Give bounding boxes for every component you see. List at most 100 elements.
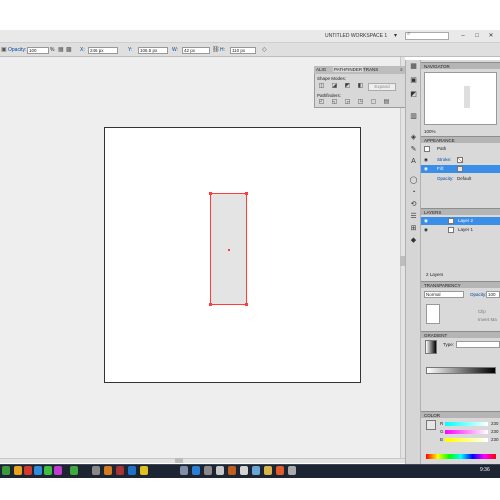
artboard-icon[interactable]: ⊞: [408, 224, 419, 234]
eye-icon[interactable]: ◉: [424, 165, 428, 173]
brushes-icon[interactable]: ◩: [408, 90, 419, 100]
transparency-header[interactable]: TRANSPARENCY: [421, 281, 500, 288]
crop-icon[interactable]: ◳: [357, 99, 364, 106]
g-slider[interactable]: [445, 430, 488, 434]
layer-row[interactable]: ◉ Layer 2: [421, 217, 500, 225]
panel-menu-icon[interactable]: ≡: [400, 67, 403, 72]
eye-icon[interactable]: ◉: [424, 226, 428, 234]
merge-icon[interactable]: ◲: [344, 99, 351, 106]
unite-icon[interactable]: ◫: [318, 83, 325, 90]
layer-row[interactable]: ◉ Layer 1: [421, 226, 500, 234]
app-icon[interactable]: [92, 466, 100, 475]
clock[interactable]: 9:36: [480, 467, 490, 473]
b-value[interactable]: 230: [491, 437, 499, 442]
ie-icon[interactable]: [34, 466, 42, 475]
clip-checkbox[interactable]: Clip: [478, 309, 486, 314]
explorer-icon[interactable]: [14, 466, 22, 475]
gradient-type-select[interactable]: [456, 341, 500, 348]
close-button[interactable]: ✕: [486, 32, 496, 40]
exclude-icon[interactable]: ◧: [357, 83, 364, 90]
start-button[interactable]: [2, 466, 10, 475]
app-icon[interactable]: [204, 466, 212, 475]
reference-point-icon[interactable]: ▩: [66, 46, 72, 53]
diamond-icon[interactable]: ◆: [408, 236, 419, 246]
navigator-header[interactable]: NAVIGATOR: [421, 62, 500, 69]
appearance-stroke-row[interactable]: ◉ Stroke:: [421, 156, 500, 164]
color-guide-icon[interactable]: ▦: [408, 62, 419, 72]
expand-button[interactable]: Expand: [368, 83, 396, 91]
color-header[interactable]: COLOR: [421, 411, 500, 418]
browser-icon[interactable]: [24, 466, 32, 475]
opacity-field[interactable]: 100: [27, 47, 49, 54]
gradient-slider[interactable]: [426, 367, 496, 374]
outline-icon[interactable]: ▢: [370, 99, 377, 106]
rotate-icon[interactable]: ⟲: [408, 200, 419, 210]
app-icon[interactable]: [104, 466, 112, 475]
workspace-switcher[interactable]: UNTITLED WORKSPACE 1: [325, 33, 387, 39]
minus-back-icon[interactable]: ▤: [383, 99, 390, 106]
horizontal-scroll-thumb[interactable]: [175, 458, 183, 463]
minus-front-icon[interactable]: ◪: [331, 83, 338, 90]
app-icon[interactable]: [240, 466, 248, 475]
anchor-point[interactable]: [209, 303, 212, 306]
app-icon[interactable]: [180, 466, 188, 475]
app-icon[interactable]: [54, 466, 62, 475]
swatches-icon[interactable]: ▣: [408, 76, 419, 86]
b-slider[interactable]: [445, 438, 488, 442]
eye-icon[interactable]: ◉: [424, 156, 428, 164]
transform-icon[interactable]: ◇: [262, 46, 267, 53]
trim-icon[interactable]: ◱: [331, 99, 338, 106]
app-icon[interactable]: [128, 466, 136, 475]
tab-transform[interactable]: TRANS: [363, 67, 378, 72]
app-icon[interactable]: [216, 466, 224, 475]
r-slider[interactable]: [445, 422, 488, 426]
fill-color-swatch[interactable]: [426, 420, 436, 430]
anchor-point[interactable]: [209, 192, 212, 195]
align-icon[interactable]: ☰: [408, 212, 419, 222]
appearance-header[interactable]: APPEARANCE: [421, 136, 500, 143]
appearance-fill-row[interactable]: ◉ Fill:: [421, 165, 500, 173]
invert-mask-checkbox[interactable]: Invert Ma: [478, 317, 497, 322]
zoom-field[interactable]: 100%: [424, 129, 436, 134]
blend-mode-select[interactable]: Normal: [424, 291, 464, 298]
divide-icon[interactable]: ◰: [318, 99, 325, 106]
app-icon[interactable]: [228, 466, 236, 475]
app-icon[interactable]: [276, 466, 284, 475]
navigator-preview[interactable]: [424, 72, 497, 125]
intersect-icon[interactable]: ◩: [344, 83, 351, 90]
tab-align[interactable]: ALIG: [316, 67, 326, 72]
r-value[interactable]: 230: [491, 421, 499, 426]
search-input[interactable]: [405, 32, 449, 40]
type-icon[interactable]: A: [408, 157, 419, 167]
stroke-icon[interactable]: ✎: [408, 145, 419, 155]
color-spectrum[interactable]: [426, 454, 496, 459]
x-field[interactable]: 246 px: [88, 47, 118, 54]
opacity-label[interactable]: Opacity:: [437, 175, 454, 183]
gradient-header[interactable]: GRADIENT: [421, 331, 500, 338]
h-field[interactable]: 110 px: [230, 47, 256, 54]
maximize-button[interactable]: □: [472, 32, 482, 40]
symbols-icon[interactable]: ▥: [408, 112, 419, 122]
app-icon[interactable]: [192, 466, 200, 475]
anchor-point[interactable]: [245, 303, 248, 306]
g-value[interactable]: 230: [491, 429, 499, 434]
grid-icon[interactable]: ▦: [58, 46, 64, 53]
chevron-down-icon[interactable]: ▾: [394, 32, 397, 39]
ellipse-icon[interactable]: ◯: [408, 176, 419, 186]
fill-swatch[interactable]: [457, 166, 463, 172]
app-icon[interactable]: [288, 466, 296, 475]
opacity-field[interactable]: 100: [486, 291, 500, 298]
y-field[interactable]: 106.5 px: [138, 47, 168, 54]
style-swatch-icon[interactable]: ▣: [1, 46, 7, 53]
stroke-swatch[interactable]: [457, 157, 463, 163]
eye-icon[interactable]: ◉: [424, 217, 428, 225]
gradient-swatch[interactable]: [425, 340, 437, 354]
horizontal-scrollbar[interactable]: [0, 458, 405, 463]
app-icon[interactable]: [70, 466, 78, 475]
app-icon[interactable]: [116, 466, 124, 475]
app-icon[interactable]: [140, 466, 148, 475]
app-icon[interactable]: [252, 466, 260, 475]
pie-chart-icon[interactable]: ◔: [408, 188, 419, 198]
app-icon[interactable]: [44, 466, 52, 475]
graphic-styles-icon[interactable]: ◈: [408, 133, 419, 143]
